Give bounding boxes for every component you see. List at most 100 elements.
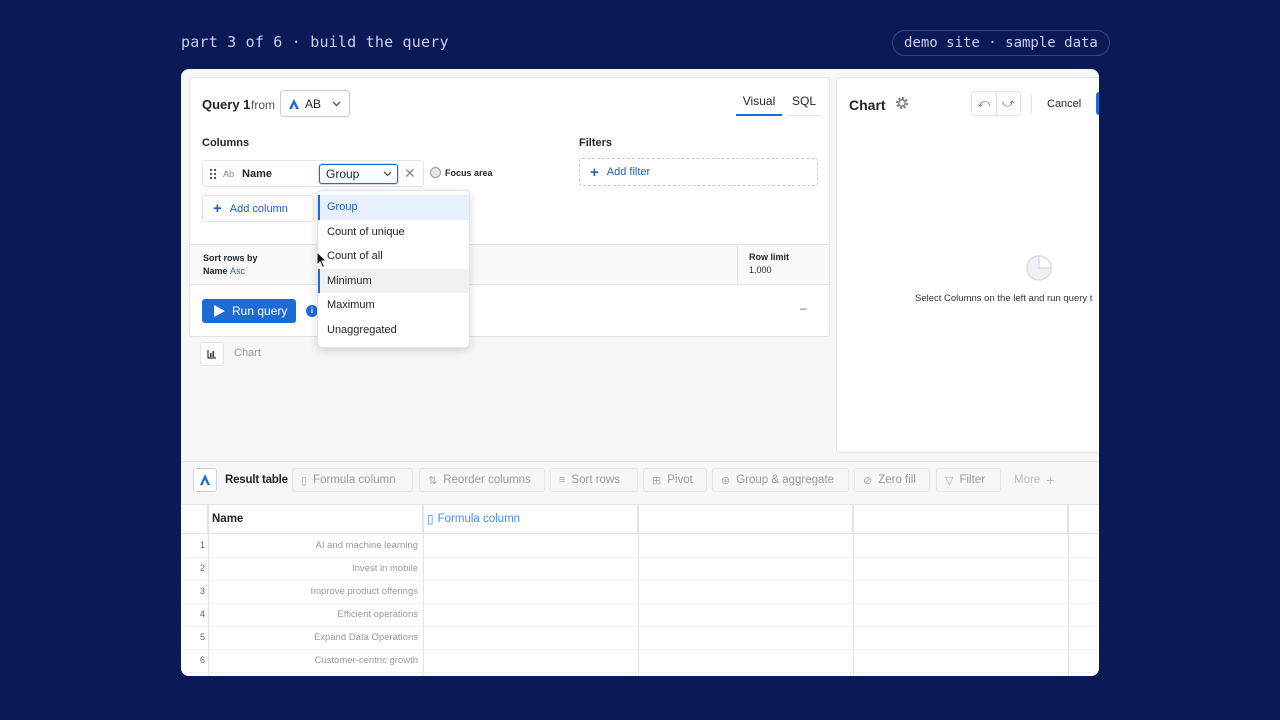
table-cell-name[interactable]: Efficient operations	[208, 609, 422, 620]
filter-icon: ▽	[945, 474, 954, 487]
play-icon	[214, 305, 225, 317]
row-number: 6	[199, 655, 205, 665]
row-divider	[181, 626, 1099, 627]
text-type-icon: Ab	[223, 168, 235, 179]
tool-formula-column[interactable]: ▯ Formula column	[292, 468, 413, 492]
formula-column-icon: ▯	[301, 474, 308, 487]
redo-icon[interactable]: ⤻	[997, 92, 1021, 115]
sort-value[interactable]: Name Asc	[203, 266, 245, 276]
focus-area-tag[interactable]: Focus area	[430, 167, 493, 178]
menu-item-count-all[interactable]: Count of all	[318, 244, 469, 269]
tool-filter[interactable]: ▽ Filter	[936, 468, 1001, 492]
tool-label: Reorder columns	[443, 474, 531, 486]
sort-section[interactable]: Sort rows by Name Asc Row limit 1,000	[190, 244, 829, 285]
tool-label: Sort rows	[571, 474, 620, 486]
menu-item-maximum[interactable]: Maximum	[318, 293, 469, 318]
cancel-button[interactable]: Cancel	[1047, 98, 1081, 110]
sort-field: Name	[203, 266, 228, 276]
tool-label: Zero fill	[878, 474, 916, 486]
datasource-label: AB	[305, 96, 322, 111]
sort-icon: ≡	[559, 474, 566, 486]
chart-panel: Chart ⤺ ⤻ Cancel Select Columns on the l…	[836, 77, 1099, 453]
table-cell-name[interactable]: AI and machine learning	[208, 540, 422, 551]
mouse-cursor-icon	[316, 251, 328, 269]
divider	[1068, 505, 1069, 676]
query-title: Query 1	[202, 97, 251, 112]
column-header-empty	[853, 505, 1068, 534]
demo-badge: demo site · sample data	[892, 30, 1110, 56]
table-cell-name[interactable]: Customer-centric growth	[208, 655, 422, 666]
tool-group-aggregate[interactable]: ⊛ Group & aggregate	[712, 468, 849, 492]
tool-label: More	[1014, 474, 1041, 486]
tool-label: Group & aggregate	[736, 474, 835, 486]
undo-redo-group: ⤺ ⤻	[971, 91, 1021, 116]
bar-chart-icon	[207, 350, 216, 359]
row-limit-value[interactable]: 1,000	[749, 265, 772, 275]
tab-visual[interactable]: Visual	[736, 94, 782, 116]
divider	[423, 505, 424, 676]
plus-icon: +	[213, 200, 222, 217]
row-divider	[181, 672, 1099, 673]
row-divider	[181, 603, 1099, 604]
chart-toggle-button[interactable]	[200, 342, 224, 366]
menu-item-group[interactable]: Group	[318, 195, 469, 220]
table-cell-name[interactable]: Improve product offerings	[208, 586, 422, 597]
chevron-down-icon	[383, 171, 392, 177]
row-number: 2	[199, 563, 205, 573]
add-filter-label: Add filter	[606, 166, 651, 178]
plus-icon: +	[590, 163, 599, 181]
column-header-formula[interactable]: ▯ Formula column	[423, 505, 638, 534]
row-number-header	[181, 505, 208, 534]
app-frame: Query 1 from AB Visual SQL Columns Filte…	[181, 69, 1099, 676]
drag-handle-icon[interactable]	[209, 168, 217, 180]
tool-zero-fill[interactable]: ⊘ Zero fill	[854, 468, 930, 492]
menu-item-count-unique[interactable]: Count of unique	[318, 220, 469, 245]
chevron-down-icon	[332, 101, 341, 106]
tool-sort-rows[interactable]: ≡ Sort rows	[550, 468, 638, 492]
tool-more[interactable]: More +	[1006, 468, 1068, 492]
row-divider	[181, 580, 1099, 581]
datasource-select[interactable]: AB	[280, 90, 350, 117]
menu-item-unaggregated[interactable]: Unaggregated	[318, 318, 469, 343]
sort-direction[interactable]: Asc	[230, 266, 245, 276]
row-number: 5	[199, 632, 205, 642]
group-icon: ⊛	[721, 474, 731, 487]
step-label: part 3 of 6 · build the query	[181, 33, 449, 51]
columns-label: Columns	[202, 137, 250, 149]
add-filter-button[interactable]: + Add filter	[579, 158, 818, 186]
undo-icon[interactable]: ⤺	[972, 92, 997, 115]
plus-icon: +	[1046, 472, 1055, 488]
save-button[interactable]	[1096, 92, 1099, 115]
row-limit-label: Row limit	[749, 252, 789, 262]
add-column-label: Add column	[229, 202, 288, 215]
aggregation-select[interactable]: Group	[319, 164, 398, 184]
run-query-button[interactable]: Run query	[202, 299, 296, 323]
tab-sql[interactable]: SQL	[787, 94, 821, 116]
collapse-icon[interactable]: –	[800, 301, 807, 315]
tool-reorder-columns[interactable]: ⇅ Reorder columns	[419, 468, 545, 492]
chart-title: Chart	[849, 97, 886, 113]
divider	[737, 245, 738, 284]
remove-column-icon[interactable]: ✕	[404, 164, 416, 182]
table-cell-name[interactable]: Invest in mobile	[208, 563, 422, 574]
table-cell-name[interactable]: Expand Data Operations	[208, 632, 422, 643]
gear-icon[interactable]	[894, 95, 910, 111]
tool-label: Pivot	[667, 474, 693, 486]
aggregation-dropdown: Group Count of unique Count of all Minim…	[317, 190, 470, 348]
pivot-icon: ⊞	[652, 474, 662, 487]
tool-label: Filter	[959, 474, 986, 486]
tab-result-table[interactable]: Result table	[217, 468, 296, 492]
column-name: Name	[242, 167, 272, 180]
reorder-icon: ⇅	[428, 474, 438, 487]
tool-pivot[interactable]: ⊞ Pivot	[643, 468, 707, 492]
column-header-name[interactable]: Name	[208, 505, 423, 534]
row-number: 4	[199, 609, 205, 619]
datasource-logo-icon	[289, 98, 299, 109]
menu-item-minimum[interactable]: Minimum	[318, 268, 469, 293]
column-header-label: Formula column	[437, 513, 521, 525]
formula-column-icon: ▯	[427, 512, 434, 526]
zero-fill-icon: ⊘	[863, 474, 873, 487]
app-logo-icon[interactable]	[193, 468, 217, 492]
run-query-label: Run query	[232, 304, 288, 318]
add-column-button[interactable]: + Add column	[202, 195, 314, 222]
